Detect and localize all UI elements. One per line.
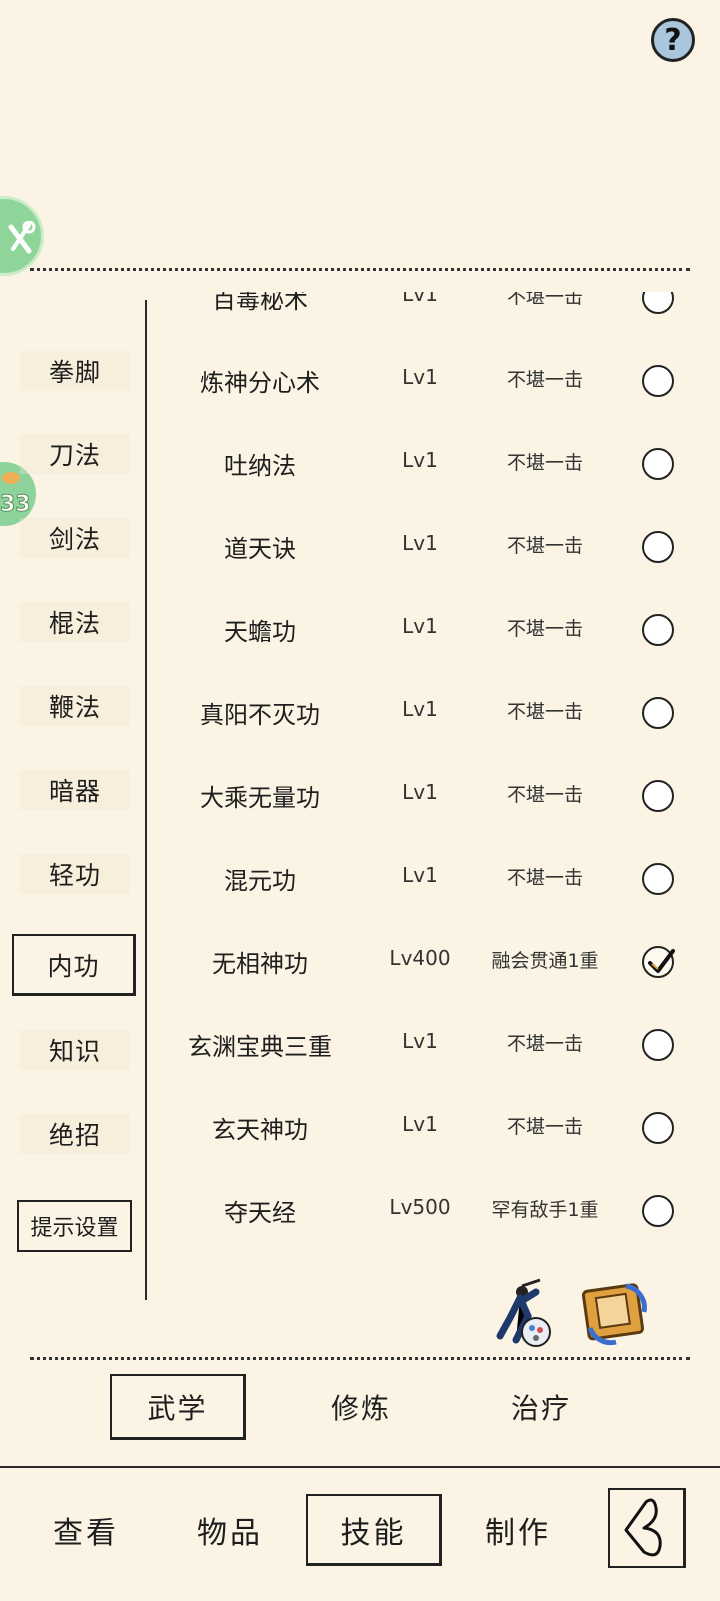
bottom-separator	[30, 1357, 690, 1360]
skill-row[interactable]: 夺天经 Lv500 罕有敌手1重	[150, 1169, 710, 1252]
category-quanjiao[interactable]: 拳脚	[20, 351, 130, 391]
skill-row[interactable]: 大乘无量功 Lv1 不堪一击	[150, 754, 710, 837]
checkmark-icon	[648, 949, 675, 973]
category-gunfa[interactable]: 棍法	[20, 602, 130, 642]
select-radio[interactable]	[642, 1112, 674, 1144]
bottom-nav-divider	[0, 1466, 720, 1468]
tools-icon	[8, 221, 36, 254]
help-icon: ?	[664, 22, 682, 58]
nav-skills[interactable]: 技能	[306, 1494, 442, 1566]
select-radio[interactable]	[642, 863, 674, 895]
help-button[interactable]: ?	[651, 18, 695, 62]
select-radio[interactable]	[642, 1195, 674, 1227]
tab-zhiliao[interactable]: 治疗	[476, 1374, 606, 1440]
skill-row[interactable]: 玄天神功 Lv1 不堪一击	[150, 1086, 710, 1169]
scroll-swap-icon	[581, 1283, 647, 1346]
badge-count: 33	[0, 492, 31, 518]
skill-row[interactable]: 道天诀 Lv1 不堪一击	[150, 505, 710, 588]
pet-face-icon	[2, 472, 20, 484]
top-separator	[30, 268, 690, 271]
category-jianfa[interactable]: 剑法	[20, 518, 130, 558]
nav-craft[interactable]: 制作	[454, 1494, 582, 1566]
category-juezhao[interactable]: 绝招	[20, 1114, 130, 1154]
tab-wuxue[interactable]: 武学	[110, 1374, 246, 1440]
select-radio-checked[interactable]	[642, 946, 675, 978]
skill-row[interactable]: 吐纳法 Lv1 不堪一击	[150, 422, 710, 505]
nav-items[interactable]: 物品	[166, 1494, 294, 1566]
tips-settings-button[interactable]: 提示设置	[17, 1200, 132, 1252]
skill-row[interactable]: 炼神分心术 Lv1 不堪一击	[150, 339, 710, 422]
select-radio[interactable]	[642, 292, 674, 314]
tab-xiulian[interactable]: 修炼	[296, 1374, 426, 1440]
select-radio[interactable]	[642, 448, 674, 480]
select-radio[interactable]	[642, 780, 674, 812]
select-radio[interactable]	[642, 365, 674, 397]
martial-practice-button[interactable]	[492, 1278, 558, 1352]
category-zhishi[interactable]: 知识	[20, 1030, 130, 1070]
skill-row[interactable]: 真阳不灭功 Lv1 不堪一击	[150, 671, 710, 754]
skill-row[interactable]: 玄渊宝典三重 Lv1 不堪一击	[150, 1003, 710, 1086]
skill-row[interactable]: 天蟾功 Lv1 不堪一击	[150, 588, 710, 671]
martial-figure-icon	[496, 1278, 551, 1347]
back-arrow-icon	[624, 1498, 662, 1557]
select-radio[interactable]	[642, 1029, 674, 1061]
skill-row[interactable]: 无相神功 Lv400 融会贯通1重	[150, 920, 710, 1003]
category-daofa[interactable]: 刀法	[20, 434, 130, 474]
category-bianfa[interactable]: 鞭法	[20, 686, 130, 726]
swap-scroll-button[interactable]	[581, 1278, 650, 1350]
skill-row[interactable]: 混元功 Lv1 不堪一击	[150, 837, 710, 920]
select-radio[interactable]	[642, 614, 674, 646]
select-radio[interactable]	[642, 531, 674, 563]
category-anqi[interactable]: 暗器	[20, 770, 130, 810]
category-neigong[interactable]: 内功	[12, 934, 136, 996]
skill-row[interactable]: 百毒秘术 Lv1 不堪一击	[150, 292, 710, 339]
category-qinggong[interactable]: 轻功	[20, 854, 130, 894]
nav-view[interactable]: 查看	[22, 1494, 150, 1566]
skill-list[interactable]: 百毒秘术 Lv1 不堪一击 炼神分心术 Lv1 不堪一击 吐纳法 Lv1 不堪一…	[150, 292, 710, 1282]
back-button[interactable]	[608, 1488, 686, 1568]
select-radio[interactable]	[642, 697, 674, 729]
panel-divider	[145, 300, 147, 1300]
tools-button[interactable]	[0, 196, 44, 276]
